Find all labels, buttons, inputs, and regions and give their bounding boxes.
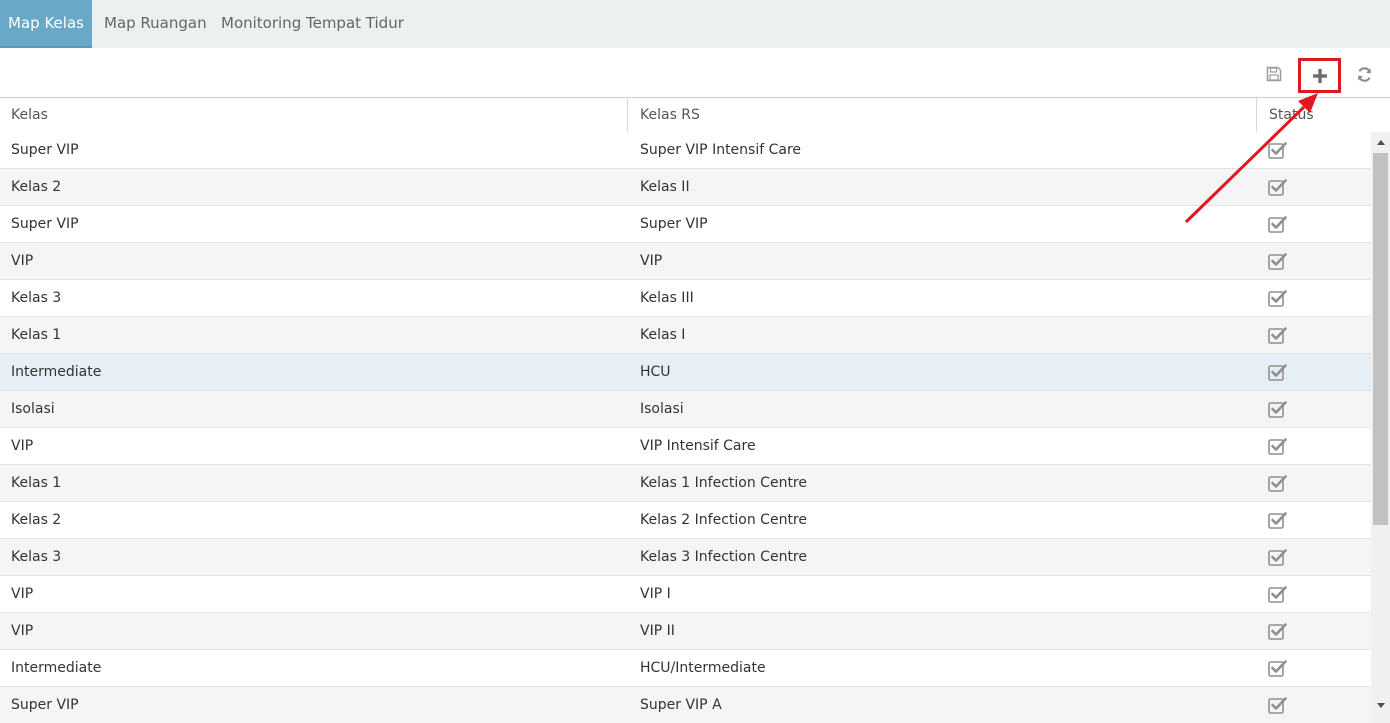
tab-map-ruangan[interactable]: Map Ruangan xyxy=(104,0,207,48)
cell-kelas: Kelas 3 xyxy=(11,290,62,306)
status-checkbox-icon[interactable] xyxy=(1268,622,1288,640)
table-row[interactable]: VIP VIP xyxy=(0,243,1371,280)
status-checkbox-icon[interactable] xyxy=(1268,326,1288,344)
cell-kelas: Intermediate xyxy=(11,660,102,676)
status-checkbox-icon[interactable] xyxy=(1268,363,1288,381)
table-row[interactable]: Intermediate HCU/Intermediate xyxy=(0,650,1371,687)
cell-kelas: Kelas 2 xyxy=(11,179,62,195)
table-row[interactable]: VIP VIP Intensif Care xyxy=(0,428,1371,465)
cell-kelas: Isolasi xyxy=(11,401,55,417)
grid-header: Kelas Kelas RS Status xyxy=(0,98,1390,132)
column-header-kelas-rs[interactable]: Kelas RS xyxy=(629,98,1257,132)
status-checkbox-icon[interactable] xyxy=(1268,696,1288,714)
cell-kelas: VIP xyxy=(11,253,34,269)
status-checkbox-icon[interactable] xyxy=(1268,252,1288,270)
status-checkbox-icon[interactable] xyxy=(1268,474,1288,492)
table-row[interactable]: VIP VIP I xyxy=(0,576,1371,613)
cell-kelas-rs: Isolasi xyxy=(640,401,684,417)
cell-kelas: Super VIP xyxy=(11,142,79,158)
table-row[interactable]: Super VIP Super VIP xyxy=(0,206,1371,243)
cell-kelas-rs: VIP Intensif Care xyxy=(640,438,756,454)
table-row[interactable]: Kelas 1 Kelas I xyxy=(0,317,1371,354)
cell-kelas: Super VIP xyxy=(11,216,79,232)
column-header-kelas[interactable]: Kelas xyxy=(0,98,628,132)
add-button[interactable] xyxy=(1298,58,1341,93)
cell-kelas-rs: Kelas 1 Infection Centre xyxy=(640,475,807,491)
cell-kelas-rs: Super VIP Intensif Care xyxy=(640,142,802,158)
refresh-icon xyxy=(1357,66,1371,82)
status-checkbox-icon[interactable] xyxy=(1268,659,1288,677)
table-row[interactable]: Isolasi Isolasi xyxy=(0,391,1371,428)
toolbar xyxy=(0,48,1390,98)
status-checkbox-icon[interactable] xyxy=(1268,437,1288,455)
cell-kelas: VIP xyxy=(11,438,34,454)
cell-kelas-rs: HCU/Intermediate xyxy=(640,660,766,676)
cell-kelas-rs: VIP II xyxy=(640,623,675,639)
column-header-status[interactable]: Status xyxy=(1258,98,1370,132)
tab-bar: Map Kelas Map Ruangan Monitoring Tempat … xyxy=(0,0,1390,48)
cell-kelas-rs: Super VIP xyxy=(640,216,708,232)
tab-monitoring-tempat-tidur[interactable]: Monitoring Tempat Tidur xyxy=(221,0,404,48)
cell-kelas: VIP xyxy=(11,623,34,639)
refresh-button[interactable] xyxy=(1353,63,1375,85)
scroll-down-arrow-icon[interactable] xyxy=(1371,695,1390,715)
table-row[interactable]: Intermediate HCU xyxy=(0,354,1371,391)
scrollbar-thumb[interactable] xyxy=(1373,153,1388,525)
table-row[interactable]: Kelas 2 Kelas 2 Infection Centre xyxy=(0,502,1371,539)
cell-kelas-rs: Kelas III xyxy=(640,290,694,306)
status-checkbox-icon[interactable] xyxy=(1268,215,1288,233)
grid-body: Super VIP Super VIP Intensif Care Kelas 2K… xyxy=(0,132,1371,723)
cell-kelas: Intermediate xyxy=(11,364,102,380)
scroll-up-arrow-icon[interactable] xyxy=(1371,132,1390,152)
status-checkbox-icon[interactable] xyxy=(1268,289,1288,307)
cell-kelas: VIP xyxy=(11,586,34,602)
status-checkbox-icon[interactable] xyxy=(1268,141,1288,159)
table-row[interactable]: Kelas 3 Kelas 3 Infection Centre xyxy=(0,539,1371,576)
cell-kelas-rs: Kelas II xyxy=(640,179,690,195)
table-row[interactable]: Kelas 3 Kelas III xyxy=(0,280,1371,317)
table-row[interactable]: Kelas 1 Kelas 1 Infection Centre xyxy=(0,465,1371,502)
cell-kelas-rs: Kelas 3 Infection Centre xyxy=(640,549,807,565)
status-checkbox-icon[interactable] xyxy=(1268,585,1288,603)
cell-kelas-rs: Super VIP A xyxy=(640,697,722,713)
table-row[interactable]: Kelas 2 Kelas II xyxy=(0,169,1371,206)
status-checkbox-icon[interactable] xyxy=(1268,548,1288,566)
cell-kelas: Kelas 1 xyxy=(11,327,62,343)
table-row[interactable]: Super VIP Super VIP Intensif Care xyxy=(0,132,1371,169)
cell-kelas-rs: HCU xyxy=(640,364,671,380)
status-checkbox-icon[interactable] xyxy=(1268,511,1288,529)
cell-kelas: Super VIP xyxy=(11,697,79,713)
cell-kelas-rs: VIP I xyxy=(640,586,671,602)
save-icon xyxy=(1266,66,1282,82)
status-checkbox-icon[interactable] xyxy=(1268,400,1288,418)
cell-kelas: Kelas 3 xyxy=(11,549,62,565)
cell-kelas-rs: VIP xyxy=(640,253,663,269)
cell-kelas: Kelas 2 xyxy=(11,512,62,528)
cell-kelas-rs: Kelas 2 Infection Centre xyxy=(640,512,807,528)
table-row[interactable]: VIP VIP II xyxy=(0,613,1371,650)
status-checkbox-icon[interactable] xyxy=(1268,178,1288,196)
tab-map-kelas[interactable]: Map Kelas xyxy=(0,0,92,48)
save-button[interactable] xyxy=(1263,63,1285,85)
vertical-scrollbar[interactable] xyxy=(1371,132,1390,723)
cell-kelas: Kelas 1 xyxy=(11,475,62,491)
plus-icon xyxy=(1312,68,1327,83)
table-row[interactable]: Super VIP Super VIP A xyxy=(0,687,1371,723)
cell-kelas-rs: Kelas I xyxy=(640,327,686,343)
